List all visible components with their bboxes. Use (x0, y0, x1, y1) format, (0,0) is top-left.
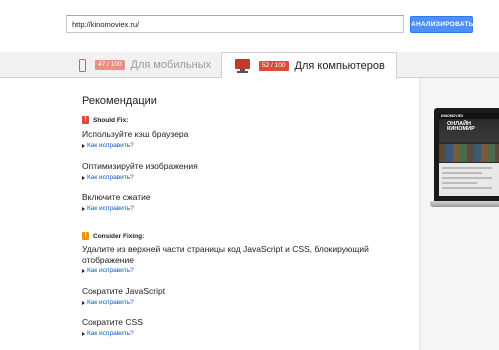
laptop-base (430, 201, 499, 207)
analyze-button[interactable]: АНАЛИЗИРОВАТЬ (410, 16, 473, 33)
mobile-score-badge: 47 / 100 (95, 60, 125, 70)
desktop-score-badge: 52 / 100 (259, 61, 289, 71)
tab-mobile-label: Для мобильных (130, 59, 212, 71)
device-tabs: 47 / 100 Для мобильных 52 / 100 Для комп… (0, 52, 499, 79)
should-fix-header: ! Should Fix: (82, 116, 128, 124)
preview-banner-text: ОНЛАЙН КИНОМИР (447, 121, 475, 132)
tab-desktop[interactable]: 52 / 100 Для компьютеров (221, 52, 397, 79)
screenshot-thumbnail: KINOMOVIEX ОНЛАЙН КИНОМИР (439, 113, 499, 196)
how-to-fix-link[interactable]: Как исправить? (82, 267, 134, 274)
recommendations-panel: Рекомендации ! Should Fix: Используйте к… (0, 78, 419, 350)
site-preview-panel: KINOMOVIEX ОНЛАЙН КИНОМИР (420, 78, 499, 350)
rule-title: Удалите из верхней части страницы код Ja… (82, 244, 369, 265)
tab-desktop-label: Для компьютеров (294, 60, 385, 72)
triangle-right-icon (82, 300, 85, 305)
link-text: Как исправить? (87, 330, 134, 337)
rule-title: Используйте кэш браузера (82, 129, 189, 139)
exclamation-icon: ! (82, 232, 89, 240)
url-input[interactable] (66, 15, 404, 33)
triangle-right-icon (82, 175, 85, 180)
how-to-fix-link[interactable]: Как исправить? (82, 299, 134, 306)
how-to-fix-link[interactable]: Как исправить? (82, 205, 134, 212)
rule-title: Включите сжатие (82, 192, 151, 202)
phone-icon (79, 58, 86, 72)
exclamation-icon: ! (82, 116, 89, 124)
how-to-fix-link[interactable]: Как исправить? (82, 330, 134, 337)
consider-fixing-header: ! Consider Fixing: (82, 232, 144, 240)
triangle-right-icon (82, 206, 85, 211)
link-text: Как исправить? (87, 205, 134, 212)
laptop-preview: KINOMOVIEX ОНЛАЙН КИНОМИР (430, 108, 499, 218)
how-to-fix-link[interactable]: Как исправить? (82, 174, 134, 181)
how-to-fix-link[interactable]: Как исправить? (82, 142, 134, 149)
rule-title: Сократите CSS (82, 317, 143, 327)
page-title: Рекомендации (82, 95, 157, 107)
should-fix-title: Should Fix: (93, 116, 129, 124)
link-text: Как исправить? (87, 299, 134, 306)
link-text: Как исправить? (87, 174, 134, 181)
triangle-right-icon (82, 268, 85, 273)
link-text: Как исправить? (87, 267, 134, 274)
rule-title: Оптимизируйте изображения (82, 161, 198, 171)
triangle-right-icon (82, 331, 85, 336)
triangle-right-icon (82, 143, 85, 148)
top-bar: АНАЛИЗИРОВАТЬ (0, 0, 499, 52)
consider-fixing-title: Consider Fixing: (93, 232, 145, 240)
preview-logo: KINOMOVIEX (441, 114, 464, 118)
link-text: Как исправить? (87, 142, 134, 149)
tab-mobile[interactable]: 47 / 100 Для мобильных (66, 52, 216, 78)
monitor-icon (235, 59, 250, 73)
rule-title: Сократите JavaScript (82, 286, 166, 296)
